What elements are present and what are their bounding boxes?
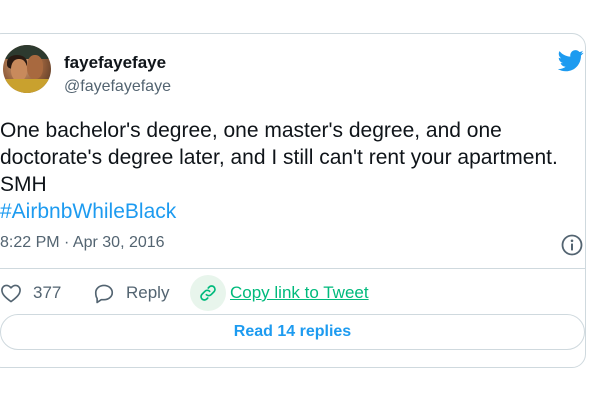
like-button[interactable]: 377 <box>0 280 61 306</box>
reply-label: Reply <box>126 283 170 302</box>
avatar[interactable] <box>3 45 51 93</box>
like-count: 377 <box>33 283 62 302</box>
tweet-body: One bachelor's degree, one master's degr… <box>0 119 558 196</box>
link-icon <box>200 285 216 301</box>
copy-link-label: Copy link to Tweet <box>230 283 369 302</box>
divider <box>0 268 585 269</box>
copy-link-button[interactable]: Copy link to Tweet <box>190 275 369 311</box>
avatar-face-left <box>11 59 27 81</box>
tweet-timestamp[interactable]: 8:22 PM · Apr 30, 2016 <box>0 234 165 252</box>
read-replies-button[interactable]: Read 14 replies <box>0 314 585 350</box>
avatar-shirt <box>3 79 51 93</box>
heart-icon <box>1 284 21 303</box>
reply-button[interactable]: Reply <box>93 280 169 306</box>
hashtag-link[interactable]: #AirbnbWhileBlack <box>0 198 596 225</box>
link-icon-bg <box>190 275 226 311</box>
user-handle[interactable]: @fayefayefaye <box>64 78 171 96</box>
info-icon[interactable] <box>561 234 583 256</box>
speech-bubble-icon <box>94 284 114 303</box>
display-name[interactable]: fayefayefaye <box>64 53 166 73</box>
twitter-bird-icon[interactable] <box>558 50 584 72</box>
avatar-face-right <box>27 55 43 79</box>
tweet-text: One bachelor's degree, one master's degr… <box>0 117 596 225</box>
